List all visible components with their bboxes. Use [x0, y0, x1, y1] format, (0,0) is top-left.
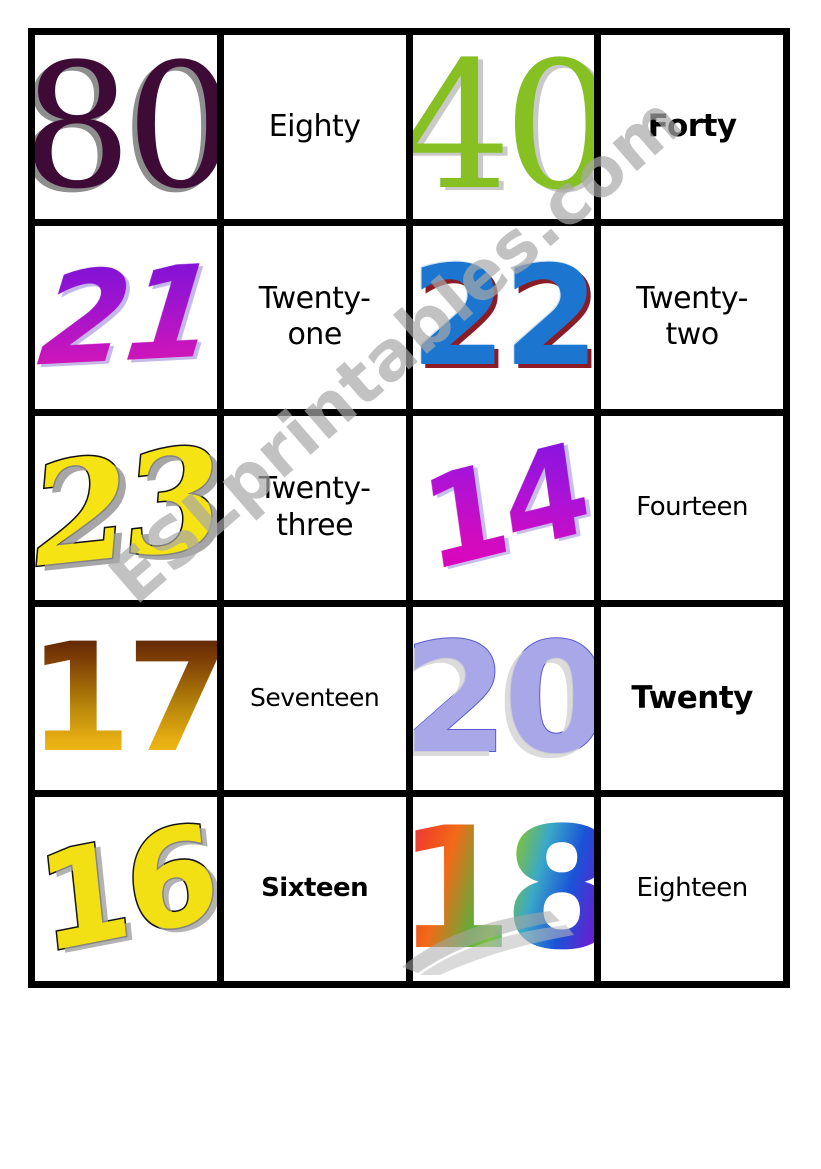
word-label-seventeen: Seventeen — [250, 683, 380, 713]
word-card-sixteen[interactable]: Sixteen — [223, 797, 406, 981]
numeral-card-17[interactable]: 17 — [35, 606, 217, 791]
number-word-card-grid: 80 Eighty 40 Forty 21 Twenty- one 22 Twe… — [28, 28, 790, 988]
word-card-twenty[interactable]: Twenty — [601, 606, 783, 791]
numeral-card-21[interactable]: 21 — [35, 225, 217, 410]
word-card-twenty-three[interactable]: Twenty- three — [223, 416, 406, 600]
word-label-eighty: Eighty — [268, 108, 361, 144]
word-label-fourteen: Fourteen — [636, 492, 749, 523]
word-label-sixteen: Sixteen — [261, 873, 369, 904]
numeral-card-23[interactable]: 23 — [35, 416, 217, 600]
numeral-card-18[interactable]: 18 — [412, 797, 595, 981]
word-label-twenty-three: Twenty- three — [259, 471, 371, 544]
word-label-twenty: Twenty — [631, 679, 753, 716]
word-card-twenty-one[interactable]: Twenty- one — [223, 225, 406, 410]
numeral-card-22[interactable]: 22 — [412, 225, 595, 410]
numeral-card-80[interactable]: 80 — [35, 35, 217, 219]
numeral-card-40[interactable]: 40 — [412, 35, 595, 219]
numeral-18: 18 — [413, 805, 595, 973]
numeral-17: 17 — [35, 624, 217, 774]
numeral-20: 20 — [412, 609, 595, 787]
numeral-23: 23 — [35, 416, 217, 600]
numeral-card-20[interactable]: 20 — [412, 606, 595, 791]
word-card-eighteen[interactable]: Eighteen — [601, 797, 783, 981]
word-line-1: Twenty- — [258, 280, 371, 316]
numeral-40: 40 — [412, 35, 595, 219]
word-label-eighteen: Eighteen — [636, 873, 748, 904]
numeral-14: 14 — [412, 416, 594, 600]
numeral-80: 80 — [35, 35, 217, 219]
numeral-card-14[interactable]: 14 — [412, 416, 595, 600]
word-line-2: two — [665, 317, 720, 353]
word-card-twenty-two[interactable]: Twenty- two — [601, 225, 783, 410]
word-card-fourteen[interactable]: Fourteen — [601, 416, 783, 600]
word-card-eighty[interactable]: Eighty — [223, 35, 406, 219]
word-label-twenty-two: Twenty- two — [636, 281, 748, 354]
word-card-forty[interactable]: Forty — [601, 35, 783, 219]
word-line-1: Twenty- — [636, 280, 748, 316]
word-line-1: Twenty- — [258, 471, 371, 507]
word-label-forty: Forty — [647, 107, 738, 144]
word-card-seventeen[interactable]: Seventeen — [223, 606, 406, 791]
numeral-21: 21 — [35, 238, 217, 396]
numeral-card-16[interactable]: 16 — [35, 797, 217, 981]
word-line-2: one — [287, 317, 342, 353]
word-line-2: three — [276, 507, 354, 543]
numeral-16: 16 — [35, 797, 217, 981]
numeral-22: 22 — [412, 236, 595, 398]
word-label-twenty-one: Twenty- one — [259, 281, 371, 354]
